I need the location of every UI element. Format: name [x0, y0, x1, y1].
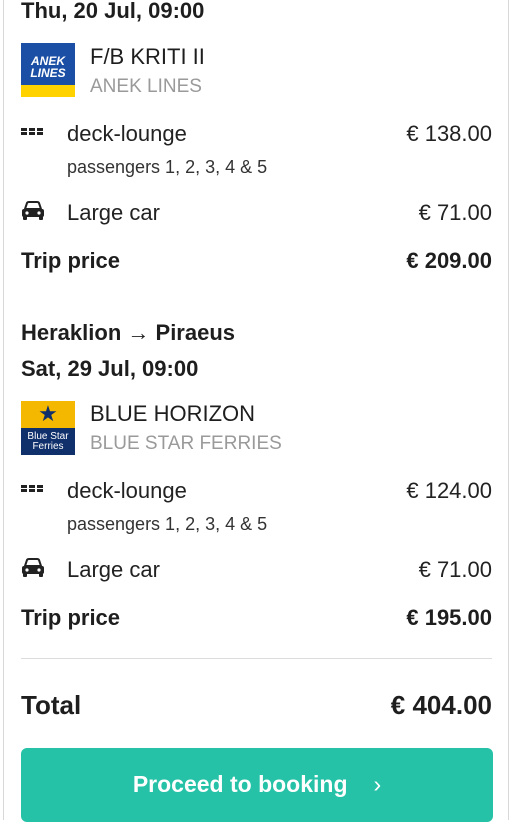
trip1-vessel-name: F/B KRITI II: [90, 44, 205, 69]
route-origin: Heraklion: [21, 320, 122, 345]
trip2-vessel-name: BLUE HORIZON: [90, 401, 256, 426]
route-arrow-icon: →: [127, 320, 150, 345]
trip2-price-label: Trip price: [21, 605, 121, 630]
trip2-date: Sat, 29 Jul, 09:00: [21, 356, 199, 381]
route-destination: Piraeus: [155, 320, 236, 345]
trip2-passengers: passengers 1, 2, 3, 4 & 5: [67, 514, 268, 534]
seat-icon: [21, 127, 43, 139]
car-icon: [21, 201, 45, 221]
anek-lines-logo: ANEK LINES: [21, 43, 75, 97]
trip1-seat-price: € 138.00: [406, 121, 492, 146]
trip1-passengers: passengers 1, 2, 3, 4 & 5: [67, 157, 268, 177]
trip2-company: BLUE STAR FERRIES: [90, 433, 282, 454]
chevron-right-icon: ›: [373, 771, 382, 797]
trip1-vehicle-price: € 71.00: [418, 200, 492, 225]
trip1-vehicle-type: Large car: [67, 200, 160, 225]
total-label: Total: [21, 690, 82, 720]
trip2-vehicle-type: Large car: [67, 557, 160, 582]
trip2-price-value: € 195.00: [406, 605, 492, 630]
trip1-company: ANEK LINES: [90, 76, 202, 97]
proceed-to-booking-button[interactable]: Proceed to booking ›: [21, 748, 493, 822]
star-icon: ★: [38, 401, 58, 426]
trip2-seat-price: € 124.00: [406, 478, 492, 503]
trip1-price-value: € 209.00: [406, 248, 492, 273]
total-divider: [21, 658, 492, 659]
proceed-button-label: Proceed to booking: [132, 771, 348, 797]
trip2-vehicle-price: € 71.00: [418, 557, 492, 582]
trip1-price-label: Trip price: [21, 248, 121, 273]
car-icon: [21, 558, 45, 578]
seat-icon: [21, 484, 43, 496]
trip2-seat-type: deck-lounge: [67, 478, 187, 503]
trip2-route: Heraklion → Piraeus: [21, 320, 235, 346]
blue-star-ferries-logo: ★ Blue Star Ferries: [21, 401, 75, 455]
trip1-date: Thu, 20 Jul, 09:00: [21, 0, 205, 23]
trip1-seat-type: deck-lounge: [67, 121, 187, 146]
total-price: € 404.00: [390, 690, 492, 720]
